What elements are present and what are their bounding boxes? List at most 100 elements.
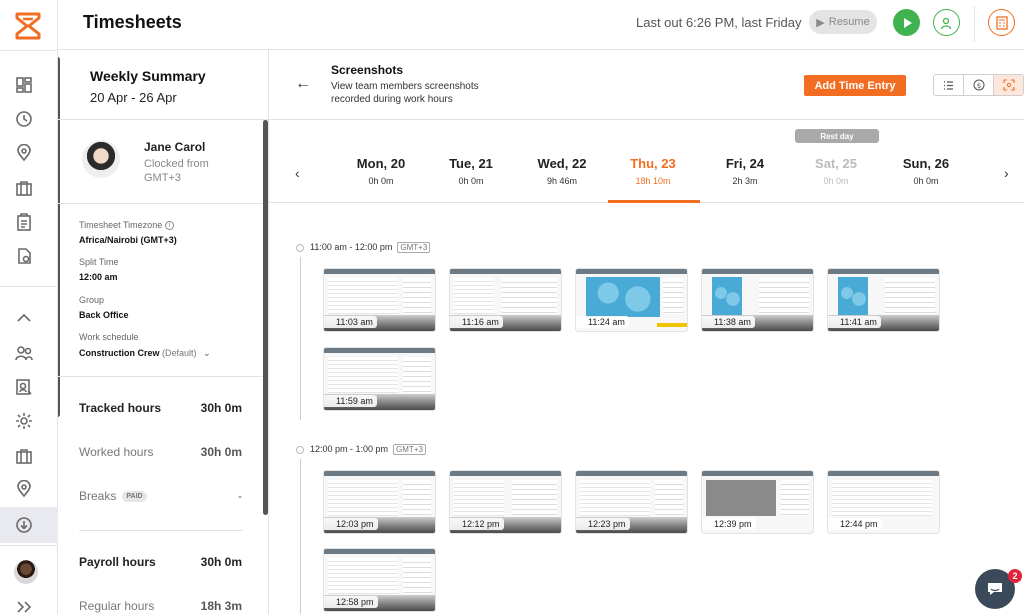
group-label: Group [79, 295, 105, 305]
day-selector: Rest day ‹ › Mon, 20 0h 0m Tue, 21 0h 0m W… [269, 120, 1024, 203]
projects-icon[interactable] [14, 446, 34, 466]
payroll-hours-label: Payroll hours [79, 555, 156, 569]
pin-icon[interactable] [14, 479, 34, 499]
location-icon[interactable] [14, 143, 34, 163]
screenshot-thumbnail[interactable]: 11:24 am [575, 268, 688, 332]
view-toggle: $ [933, 74, 1024, 96]
day-tab-active[interactable]: Thu, 23 18h 10m [608, 156, 698, 186]
day-tab[interactable]: Tue, 21 0h 0m [426, 156, 516, 186]
prev-week-icon[interactable]: ‹ [295, 165, 300, 181]
chevron-up-icon[interactable] [14, 308, 34, 328]
breaks-value: - [238, 489, 242, 503]
work-schedule-label: Work schedule [79, 332, 139, 342]
screenshot-thumbnail[interactable]: 11:41 am [827, 268, 940, 332]
settings-icon[interactable] [14, 411, 34, 431]
gmt-badge: GMT+3 [393, 444, 426, 455]
paid-badge: PAID [122, 491, 147, 503]
breaks-label: Breaks PAID [79, 489, 147, 503]
expand-icon[interactable] [14, 600, 34, 614]
timeline-line [300, 257, 301, 420]
chevron-down-icon: ⌄ [203, 348, 211, 358]
report-icon[interactable] [14, 246, 34, 266]
employee-avatar [82, 140, 120, 178]
profile-avatar[interactable] [14, 560, 38, 584]
screenshot-thumbnail[interactable]: 11:16 am [449, 268, 562, 332]
day-tab[interactable]: Fri, 24 2h 3m [700, 156, 790, 186]
screenshot-thumbnail[interactable]: 12:39 pm [701, 470, 814, 534]
briefcase-icon[interactable] [14, 178, 34, 198]
top-bar: Timesheets Last out 6:26 PM, last Friday… [58, 0, 1024, 50]
regular-hours-value: 18h 3m [200, 599, 242, 613]
screenshots-panel: ← Screenshots View team members screensh… [269, 50, 1024, 614]
timezone-value: Africa/Nairobi (GMT+3) [79, 235, 177, 245]
slot-range: 11:00 am - 12:00 pm GMT+3 [310, 242, 431, 253]
screenshots-icon[interactable] [14, 377, 34, 397]
employee-card: Jane Carol Clocked from GMT+3 [58, 120, 268, 204]
info-icon[interactable]: i [165, 221, 175, 231]
day-tab[interactable]: Sat, 25 0h 0m [791, 156, 881, 186]
screenshot-time: 12:23 pm [576, 518, 630, 530]
svg-text:$: $ [976, 82, 980, 90]
user-icon [940, 17, 951, 29]
active-day-indicator [608, 200, 700, 203]
play-button[interactable] [893, 9, 920, 36]
day-tab[interactable]: Sun, 26 0h 0m [881, 156, 971, 186]
group-value: Back Office [79, 310, 129, 320]
screenshots-title: Screenshots [331, 63, 404, 77]
screenshot-time: 11:38 am [702, 316, 755, 328]
users-icon[interactable] [14, 343, 34, 363]
weekly-summary-title: Weekly Summary [90, 68, 206, 84]
dollar-view-icon[interactable]: $ [964, 75, 994, 95]
screenshot-time: 11:24 am [576, 316, 629, 328]
worked-hours-label: Worked hours [79, 445, 154, 459]
clock-icon[interactable] [14, 109, 34, 129]
clipboard-icon[interactable] [14, 212, 34, 232]
screenshot-time: 12:12 pm [450, 518, 504, 530]
user-status-button[interactable] [933, 9, 960, 36]
screenshot-thumbnail[interactable]: 12:03 pm [323, 470, 436, 534]
screenshot-time: 11:59 am [324, 395, 377, 407]
add-time-entry-button[interactable]: Add Time Entry [804, 75, 906, 96]
resume-button[interactable]: ▶ Resume [809, 10, 877, 34]
dashboard-icon[interactable] [14, 75, 34, 95]
work-schedule-select[interactable]: Construction Crew (Default) ⌄ [79, 348, 211, 359]
screenshots-description: View team members screenshots recorded d… [331, 81, 479, 105]
screenshot-thumbnail[interactable]: 11:59 am [323, 347, 436, 411]
screenshot-thumbnail[interactable]: 12:23 pm [575, 470, 688, 534]
screenshot-time: 11:16 am [450, 316, 503, 328]
rest-day-badge: Rest day [795, 129, 879, 143]
resume-label: Resume [828, 16, 870, 28]
tracked-hours-value: 30h 0m [200, 401, 242, 415]
employee-status: Clocked from GMT+3 [144, 158, 209, 184]
next-week-icon[interactable]: › [1004, 165, 1009, 181]
screenshot-thumbnail[interactable]: 12:58 pm [323, 548, 436, 612]
day-tab[interactable]: Mon, 20 0h 0m [336, 156, 426, 186]
play-icon [903, 17, 912, 28]
screenshot-thumbnail[interactable]: 12:12 pm [449, 470, 562, 534]
tracked-hours-label: Tracked hours [79, 401, 162, 415]
screenshot-time: 12:03 pm [324, 518, 378, 530]
calculator-button[interactable] [988, 9, 1015, 36]
slot-range: 12:00 pm - 1:00 pm GMT+3 [310, 444, 426, 455]
screenshot-time: 11:41 am [828, 316, 881, 328]
screenshot-view-icon[interactable] [994, 75, 1023, 95]
list-view-icon[interactable] [934, 75, 964, 95]
screenshot-thumbnail[interactable]: 12:44 pm [827, 470, 940, 534]
payroll-hours-value: 30h 0m [200, 555, 242, 569]
day-tab[interactable]: Wed, 22 9h 46m [517, 156, 607, 186]
back-arrow-icon[interactable]: ← [295, 75, 311, 93]
timezone-label: Timesheet Timezone i [79, 220, 175, 231]
employee-name: Jane Carol [144, 140, 206, 154]
screenshot-time: 12:44 pm [828, 518, 882, 530]
timeline-dot [296, 446, 304, 454]
download-icon[interactable] [14, 515, 34, 535]
default-tag: (Default) [162, 348, 197, 358]
screenshot-thumbnail[interactable]: 11:38 am [701, 268, 814, 332]
screenshot-thumbnail[interactable]: 11:03 am [323, 268, 436, 332]
timeline-dot [296, 244, 304, 252]
gmt-badge: GMT+3 [397, 242, 431, 253]
screenshot-time: 12:58 pm [324, 596, 378, 608]
split-time-label: Split Time [79, 257, 119, 267]
scrollbar[interactable] [263, 120, 268, 515]
app-logo[interactable] [15, 12, 41, 40]
